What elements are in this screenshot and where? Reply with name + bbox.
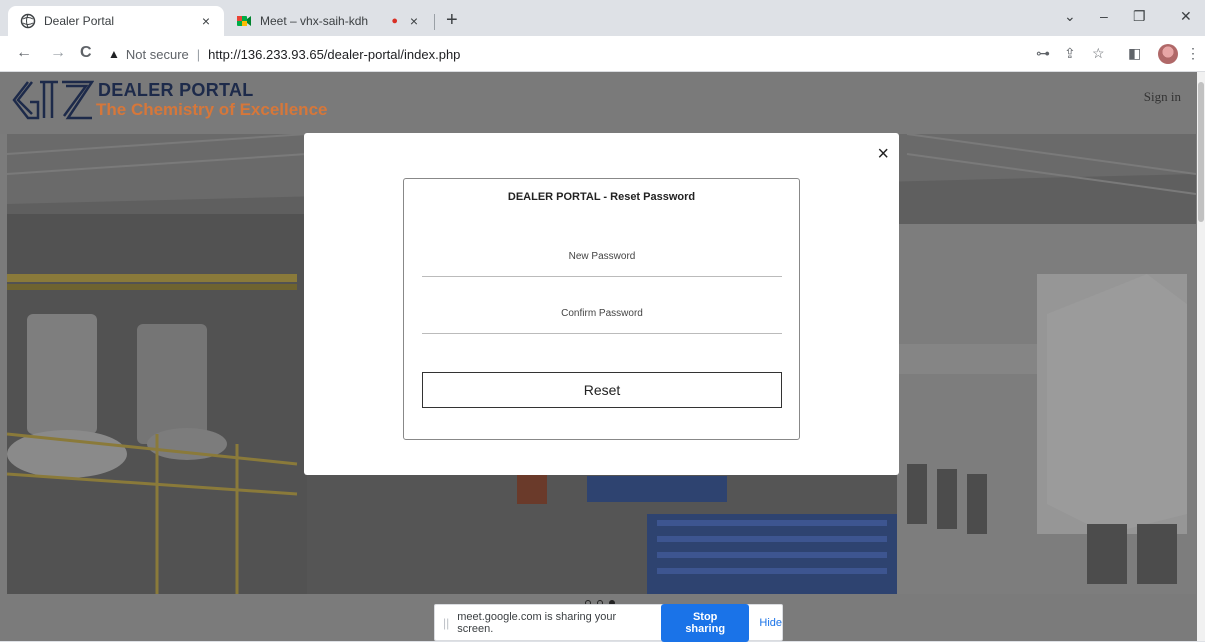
- tab-separator: [434, 14, 435, 30]
- tab-title: Meet – vhx-saih-kdh: [260, 14, 369, 28]
- profile-avatar[interactable]: [1158, 44, 1178, 64]
- drag-handle-icon[interactable]: ||: [443, 616, 449, 630]
- card-title: DEALER PORTAL - Reset Password: [507, 191, 696, 203]
- tab-meet[interactable]: Meet – vhx-saih-kdh ● ×: [226, 6, 432, 36]
- page-scrollbar[interactable]: [1197, 72, 1205, 641]
- tab-dealer-portal[interactable]: Dealer Portal ×: [8, 6, 224, 36]
- new-tab-button[interactable]: +: [446, 9, 458, 32]
- forward-button[interactable]: →: [50, 44, 66, 62]
- sign-in-link[interactable]: Sign in: [1144, 89, 1181, 105]
- modal-close-icon[interactable]: ×: [877, 143, 889, 166]
- back-button[interactable]: ←: [16, 44, 32, 62]
- page-viewport: DEALER PORTAL The Chemistry of Excellenc…: [0, 72, 1197, 641]
- screen-share-bar: || meet.google.com is sharing your scree…: [434, 603, 783, 642]
- close-window-button[interactable]: ✕: [1180, 8, 1192, 25]
- tab-close-icon[interactable]: ×: [198, 13, 214, 29]
- security-label[interactable]: Not secure: [126, 47, 189, 62]
- stop-sharing-button[interactable]: Stop sharing: [660, 603, 750, 642]
- hide-button[interactable]: Hide: [759, 617, 782, 629]
- tab-search-dropdown-icon[interactable]: ⌄: [1064, 8, 1076, 25]
- reload-button[interactable]: C: [80, 44, 92, 62]
- tab-close-icon[interactable]: ×: [406, 13, 422, 29]
- share-message: meet.google.com is sharing your screen.: [457, 610, 617, 635]
- google-meet-icon: [237, 16, 251, 26]
- minimize-button[interactable]: –: [1100, 8, 1108, 24]
- confirm-password-field[interactable]: [422, 294, 782, 334]
- omnibox-separator: |: [196, 46, 201, 62]
- url-text[interactable]: http://136.233.93.65/dealer-portal/index…: [208, 47, 460, 62]
- share-icon[interactable]: ⇪: [1064, 45, 1076, 62]
- tab-title: Dealer Portal: [44, 14, 115, 28]
- scrollbar-thumb[interactable]: [1198, 82, 1204, 222]
- globe-icon: [20, 13, 36, 29]
- menu-icon[interactable]: ⋮: [1186, 45, 1200, 62]
- maximize-button[interactable]: ❐: [1133, 8, 1146, 25]
- address-bar[interactable]: ▲ Not secure | http://136.233.93.65/deal…: [108, 41, 1008, 67]
- reset-password-card: DEALER PORTAL - Reset Password Reset: [403, 178, 800, 440]
- key-icon[interactable]: ⊶: [1036, 45, 1050, 62]
- recording-indicator-icon: ●: [391, 15, 398, 27]
- browser-toolbar: ← → C ▲ Not secure | http://136.233.93.6…: [0, 36, 1205, 72]
- brand-tagline: The Chemistry of Excellence: [96, 100, 328, 119]
- new-password-field[interactable]: [422, 237, 782, 277]
- brand-title: DEALER PORTAL: [98, 80, 254, 100]
- gtz-logo[interactable]: [8, 78, 94, 122]
- reset-password-modal: × DEALER PORTAL - Reset Password Reset: [304, 133, 899, 475]
- reset-button[interactable]: Reset: [422, 372, 782, 408]
- side-panel-icon[interactable]: ◧: [1128, 45, 1141, 62]
- warning-icon[interactable]: ▲: [108, 47, 120, 61]
- site-header: DEALER PORTAL The Chemistry of Excellenc…: [0, 72, 1197, 134]
- tab-strip: Dealer Portal × Meet – vhx-saih-kdh ● × …: [0, 0, 1205, 36]
- bookmark-star-icon[interactable]: ☆: [1092, 45, 1105, 62]
